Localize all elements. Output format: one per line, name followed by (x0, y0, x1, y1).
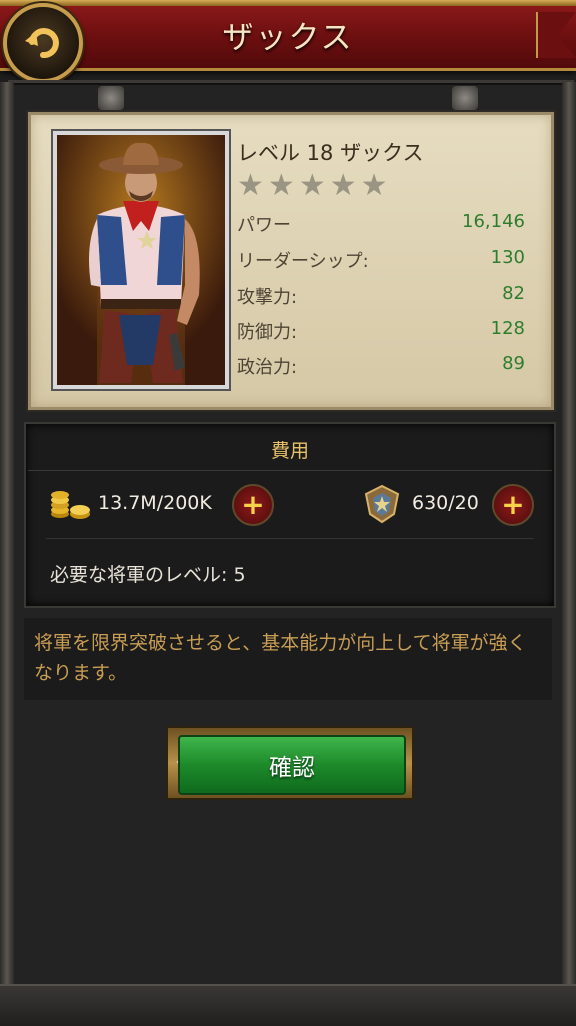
stat-row-defense: 防御力: 128 (237, 318, 525, 348)
bottom-trim (0, 984, 576, 1026)
star-icon: ★ (298, 168, 326, 203)
description-text: 将軍を限界突破させると、基本能力が向上して将軍が強くなります。 (34, 632, 527, 684)
plus-icon: + (501, 488, 525, 521)
stat-value: 89 (502, 353, 525, 374)
right-pillar (562, 82, 576, 1018)
back-button[interactable] (3, 3, 83, 83)
star-icon: ★ (360, 168, 388, 203)
stat-value: 82 (502, 283, 525, 304)
page-title: ザックス (222, 20, 354, 56)
title-bar: ザックス (0, 0, 576, 71)
left-clip (98, 86, 124, 110)
star-icon: ★ (329, 168, 357, 203)
divider (46, 538, 534, 539)
stat-value: 128 (490, 318, 525, 339)
gold-cost-text: 13.7M/200K (98, 492, 212, 514)
divider (28, 470, 552, 471)
star-icon: ★ (267, 168, 295, 203)
description-box: 将軍を限界突破させると、基本能力が向上して将軍が強くなります。 (24, 618, 552, 700)
gold-coins-icon (51, 491, 90, 519)
stat-row-power: パワー 16,146 (237, 211, 525, 241)
stat-label: 政治力: (237, 357, 298, 378)
stat-row-attack: 攻撃力: 82 (237, 283, 525, 313)
stat-value: 16,146 (462, 211, 525, 232)
star-icon: ★ (237, 168, 264, 203)
back-arrow-icon (25, 28, 59, 59)
stat-label: 防御力: (237, 322, 298, 343)
stat-row-politics: 政治力: 89 (237, 353, 525, 383)
medal-cost-text: 630/20 (412, 492, 479, 514)
stat-label: パワー (237, 215, 291, 236)
stat-row-leadership: リーダーシップ: 130 (237, 247, 525, 277)
stat-value: 130 (490, 247, 525, 268)
confirm-label: 確認 (269, 755, 315, 781)
add-gold-button[interactable]: + (232, 484, 274, 526)
confirm-button-face: 確認 (178, 735, 406, 795)
stat-label: リーダーシップ: (237, 251, 369, 272)
right-clip (452, 86, 478, 110)
hero-card: レベル 18 ザックス ★ ★ ★ ★ ★ パワー 16,146 リーダーシップ… (28, 112, 554, 410)
add-medal-button[interactable]: + (492, 484, 534, 526)
title-bar-trim (0, 0, 576, 6)
required-level-text: 必要な将軍のレベル: 5 (50, 564, 246, 586)
cowboy-portrait-image (57, 135, 225, 385)
hero-portrait (51, 129, 231, 391)
cost-panel: 費用 13.7M/200K + 630/20 + 必要な将軍のレベル: 5 (24, 422, 556, 608)
plus-icon: + (241, 488, 265, 521)
hero-name: レベル 18 ザックス (237, 141, 424, 165)
left-pillar (0, 82, 14, 1018)
stat-label: 攻撃力: (237, 287, 298, 308)
medal-badge-icon (364, 484, 400, 524)
star-rating: ★ ★ ★ ★ ★ (237, 171, 388, 201)
confirm-button[interactable]: 確認 (166, 726, 414, 800)
cost-title: 費用 (270, 440, 309, 462)
